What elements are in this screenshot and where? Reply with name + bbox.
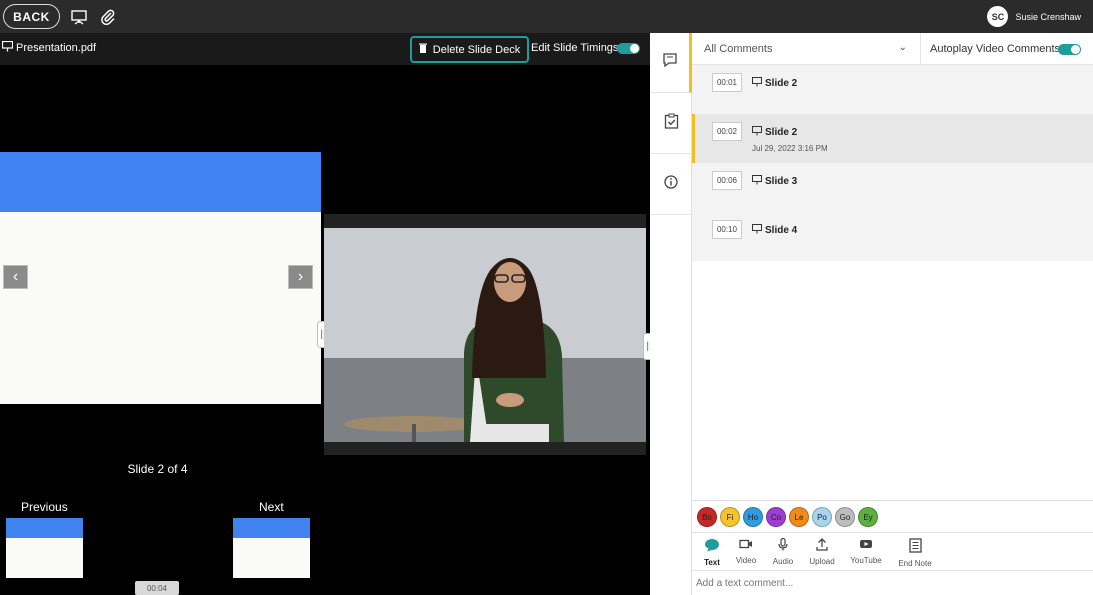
- presentation-icon: [1, 40, 14, 55]
- video-player[interactable]: [324, 214, 646, 455]
- text-comment-input[interactable]: [696, 578, 1086, 589]
- info-icon: [664, 175, 678, 194]
- reviewer-chip[interactable]: Bo: [697, 507, 717, 527]
- chat-bubble-icon: [704, 538, 720, 554]
- youtube-tool-button[interactable]: YouTube: [846, 538, 886, 565]
- chevron-down-icon: ⌄: [898, 42, 907, 53]
- delete-slide-deck-label: Delete Slide Deck: [432, 43, 521, 56]
- comment-item[interactable]: 00:10 Slide 4: [692, 212, 1093, 261]
- presentation-icon: [752, 224, 762, 237]
- note-icon: [908, 538, 922, 555]
- comment-title: Slide 2: [752, 77, 797, 90]
- presentation-icon[interactable]: [70, 8, 88, 26]
- timeline-time-badge[interactable]: 00:04: [135, 581, 179, 595]
- reviewer-chip[interactable]: Fi: [720, 507, 740, 527]
- edit-slide-timings-label: Edit Slide Timings: [531, 42, 619, 54]
- previous-label: Previous: [21, 500, 68, 514]
- user-name: Susie Crenshaw: [1015, 11, 1081, 22]
- comment-title: Slide 4: [752, 224, 797, 237]
- info-tab[interactable]: [650, 155, 692, 215]
- comment-item[interactable]: 00:01 Slide 2: [692, 65, 1093, 114]
- end-note-tool-button[interactable]: End Note: [894, 538, 936, 568]
- panel-rail: [650, 33, 692, 595]
- upload-icon: [816, 538, 828, 553]
- reviewer-chips: Bo Fi Ho Co Le Po Go Ey: [697, 507, 878, 527]
- text-tool-label: Text: [704, 558, 720, 567]
- comment-title-text: Slide 2: [765, 78, 798, 89]
- chevron-left-icon: ‹: [12, 268, 19, 285]
- comment-type-toolbar: Text Video Audio Upload YouTube End Note: [692, 532, 1093, 571]
- audio-tool-label: Audio: [772, 557, 794, 566]
- presenter-image: [324, 228, 646, 442]
- next-slide-arrow[interactable]: ›: [288, 265, 313, 289]
- comment-icon: [662, 52, 678, 73]
- microphone-icon: [777, 537, 789, 553]
- comment-timestamp[interactable]: 00:10: [712, 220, 742, 239]
- presentation-icon: [752, 126, 762, 139]
- slide-header-band: [0, 152, 321, 212]
- next-slide-thumbnail[interactable]: [233, 518, 310, 578]
- reviewer-chip[interactable]: Le: [789, 507, 809, 527]
- comment-title: Slide 3: [752, 175, 797, 188]
- comment-timestamp[interactable]: 00:02: [712, 122, 742, 141]
- thumbnail-band: [6, 518, 83, 538]
- video-tool-label: Video: [735, 556, 757, 565]
- presentation-icon: [752, 175, 762, 188]
- file-name: Presentation.pdf: [1, 40, 97, 55]
- video-frame-image: [324, 228, 646, 442]
- clipboard-check-icon: [664, 113, 679, 134]
- video-camera-icon: [739, 538, 753, 552]
- comment-timestamp[interactable]: 00:01: [712, 73, 742, 92]
- slide-counter: Slide 2 of 4: [127, 462, 188, 476]
- youtube-icon: [859, 538, 873, 552]
- panel-header: All Comments ⌄ Autoplay Video Comments: [692, 33, 1093, 65]
- top-bar: BACK SC Susie Crenshaw: [0, 0, 1093, 33]
- chevron-right-icon: ›: [297, 268, 304, 285]
- comment-timestamp[interactable]: 00:06: [712, 171, 742, 190]
- reviewer-chip[interactable]: Ey: [858, 507, 878, 527]
- reviewer-chip[interactable]: Po: [812, 507, 832, 527]
- comment-list: 00:01 Slide 2 00:02 Slide 2 Jul 29, 2022…: [692, 65, 1093, 261]
- audio-tool-button[interactable]: Audio: [763, 537, 803, 566]
- comment-title-text: Slide 2: [765, 127, 798, 138]
- tasks-tab[interactable]: [650, 94, 692, 154]
- file-name-label: Presentation.pdf: [16, 42, 97, 54]
- comments-tab[interactable]: [650, 33, 692, 93]
- upload-tool-label: Upload: [809, 557, 835, 566]
- comment-item[interactable]: 00:06 Slide 3: [692, 163, 1093, 212]
- reviewer-chip[interactable]: Ho: [743, 507, 763, 527]
- next-label: Next: [259, 500, 284, 514]
- presentation-stage: Presentation.pdf Delete Slide Deck Edit …: [0, 33, 655, 595]
- edit-slide-timings-toggle[interactable]: [617, 43, 640, 54]
- current-slide: ‹ ›: [0, 152, 321, 404]
- comments-panel: All Comments ⌄ Autoplay Video Comments 0…: [692, 33, 1093, 595]
- autoplay-label: Autoplay Video Comments: [930, 43, 1061, 55]
- autoplay-toggle[interactable]: [1058, 44, 1081, 55]
- youtube-tool-label: YouTube: [850, 556, 882, 565]
- upload-tool-button[interactable]: Upload: [802, 538, 842, 566]
- user-menu[interactable]: SC Susie Crenshaw: [987, 6, 1081, 27]
- comment-title-text: Slide 4: [765, 225, 798, 236]
- previous-slide-arrow[interactable]: ‹: [3, 265, 28, 289]
- reviewer-chip[interactable]: Co: [766, 507, 786, 527]
- paperclip-icon[interactable]: [99, 8, 117, 26]
- comment-filter-value: All Comments: [704, 43, 773, 55]
- previous-slide-thumbnail[interactable]: [6, 518, 83, 578]
- thumbnail-band: [233, 518, 310, 538]
- end-note-tool-label: End Note: [898, 559, 932, 568]
- reviewer-chip[interactable]: Go: [835, 507, 855, 527]
- back-button[interactable]: BACK: [3, 4, 60, 29]
- presentation-icon: [752, 77, 762, 90]
- trash-icon: [418, 43, 427, 56]
- comment-title: Slide 2: [752, 126, 797, 139]
- comment-filter-dropdown[interactable]: All Comments ⌄: [692, 33, 921, 65]
- video-tool-button[interactable]: Video: [726, 538, 766, 565]
- comment-item-selected[interactable]: 00:02 Slide 2 Jul 29, 2022 3:16 PM: [692, 114, 1093, 163]
- delete-slide-deck-button[interactable]: Delete Slide Deck: [410, 36, 529, 63]
- comment-composer: Bo Fi Ho Co Le Po Go Ey Text Video Audio Upload…: [692, 500, 1093, 595]
- comment-title-text: Slide 3: [765, 176, 798, 187]
- comment-date: Jul 29, 2022 3:16 PM: [752, 144, 828, 153]
- avatar: SC: [987, 6, 1009, 27]
